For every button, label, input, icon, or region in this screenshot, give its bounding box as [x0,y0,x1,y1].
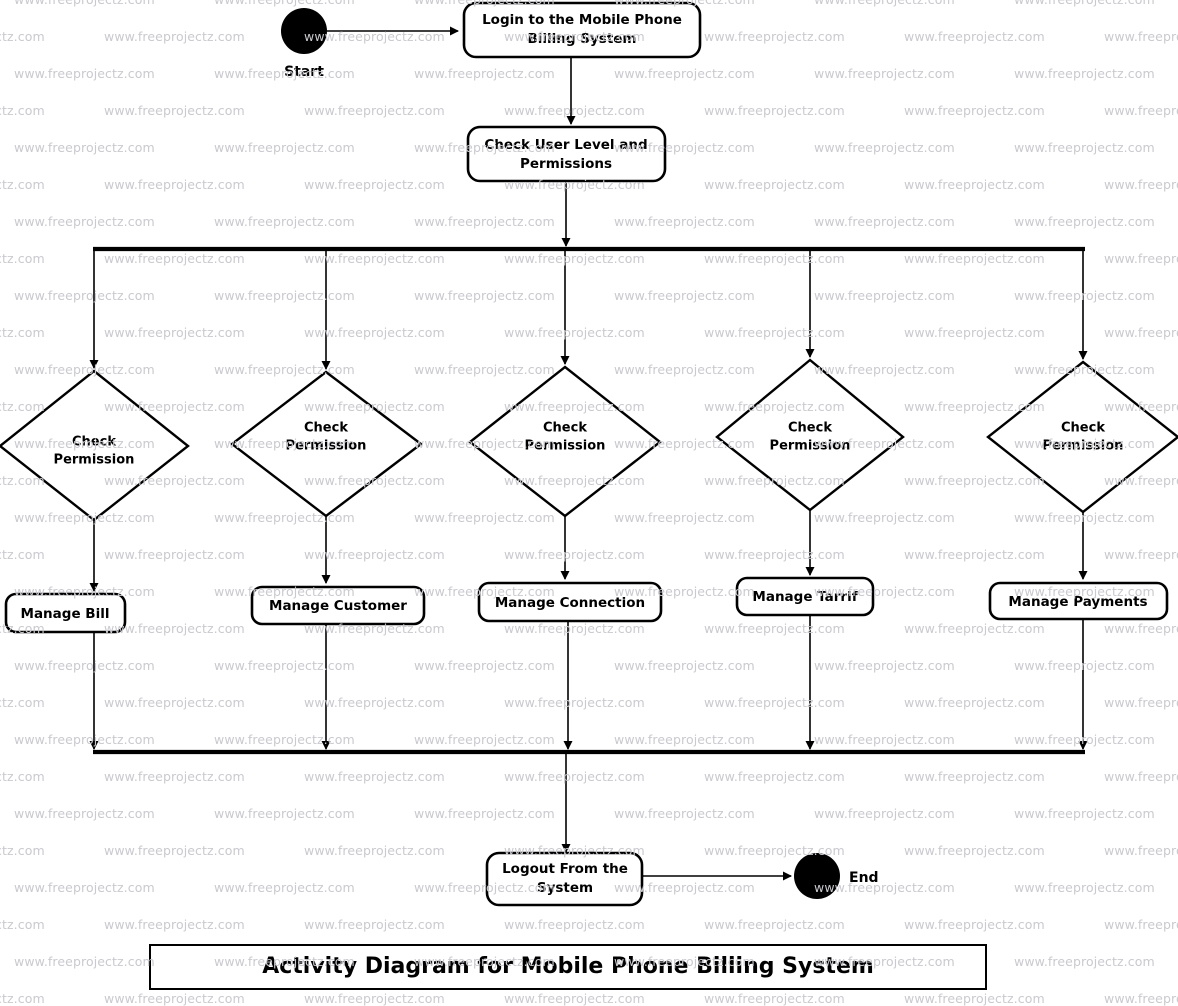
activity-logout-label-line2: System [537,880,593,896]
activity-login-label-line1: Login to the Mobile Phone [482,12,682,28]
activity-diagram-canvas: Start Login to the Mobile Phone Billing … [0,0,1178,1006]
decision-2-label-line2: Permission [286,439,367,454]
start-node [281,8,327,54]
activity-check-user-level-label-line2: Permissions [520,156,612,172]
diagram-svg: Start Login to the Mobile Phone Billing … [0,1,1178,990]
decision-5-label-line1: Check [1061,421,1105,436]
decision-4-label-line1: Check [788,421,832,436]
diagram-title: Activity Diagram for Mobile Phone Billin… [262,954,874,979]
activity-manage-payments-label: Manage Payments [1008,594,1147,610]
activity-manage-connection-label: Manage Connection [495,595,645,611]
decision-1-label-line2: Permission [54,453,135,468]
activity-logout-label-line1: Logout From the [502,861,628,877]
activity-check-user-level [466,125,667,183]
end-node [794,853,840,899]
decision-2-label-line1: Check [304,421,348,436]
activity-login-label-line2: Billing System [527,31,636,47]
end-node-label: End [849,870,879,886]
activity-manage-tarrif-label: Manage Tarrif [752,589,857,605]
decision-4-label-line2: Permission [770,439,851,454]
activity-manage-customer-label: Manage Customer [269,598,407,614]
decision-check-permission-5 [986,360,1178,514]
start-node-label: Start [284,64,324,80]
decision-1-label-line1: Check [72,435,116,450]
activity-manage-bill-label: Manage Bill [21,606,110,622]
decision-3-label-line1: Check [543,421,587,436]
activity-check-user-level-label-line1: Check User Level and [484,137,647,153]
decision-3-label-line2: Permission [525,439,606,454]
decision-5-label-line2: Permission [1043,439,1124,454]
